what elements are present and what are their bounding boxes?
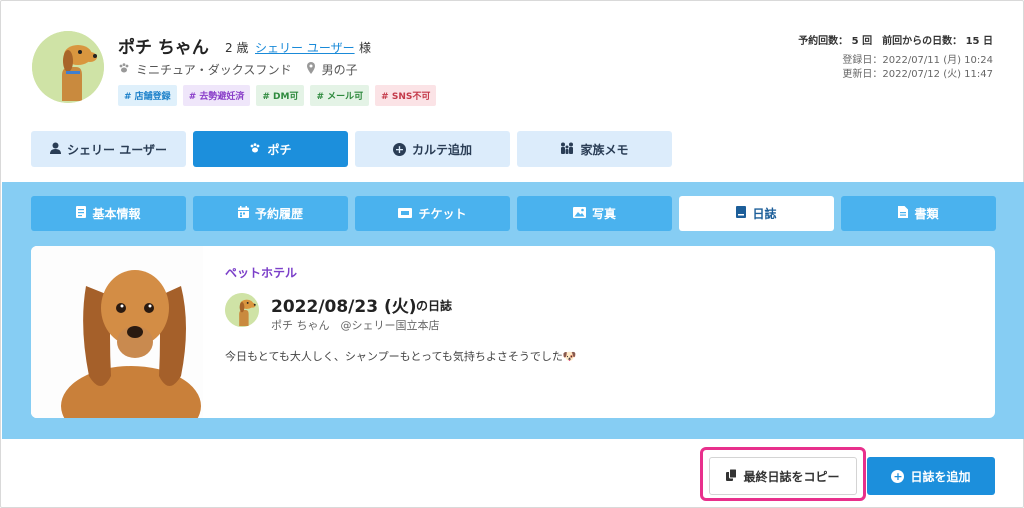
- tab-label: ポチ: [267, 142, 292, 157]
- tab-label: シェリー ユーザー: [67, 142, 167, 157]
- registered-date: 登録日：2022/07/11 (月) 10:24: [842, 55, 993, 66]
- location-pin-icon: [306, 62, 316, 77]
- file-icon: [898, 206, 909, 221]
- tag-item: # 去勢避妊済: [182, 85, 251, 106]
- tab-label: 予約履歴: [254, 207, 303, 221]
- diary-category: ペットホテル: [225, 266, 298, 280]
- family-icon: [560, 142, 574, 157]
- pet-avatar: [32, 31, 104, 103]
- tab-basic-info[interactable]: 基本情報: [31, 196, 186, 231]
- visit-stats: 予約回数： 5 回 前回からの日数： 15 日: [798, 36, 993, 47]
- tag-item: # DM可: [256, 85, 305, 106]
- tab-label: 写真: [591, 207, 616, 221]
- tab-label: 基本情報: [92, 207, 141, 221]
- calendar-icon: [237, 206, 249, 221]
- tab-label: カルテ追加: [411, 142, 472, 157]
- user-icon: [50, 142, 62, 157]
- app-frame: ポチ ちゃん 2 歳 シェリー ユーザー 様 ミニチュア・ダックスフンド 男の子…: [0, 0, 1024, 508]
- pet-name: ポチ ちゃん: [118, 38, 209, 58]
- record-dates: 登録日：2022/07/11 (月) 10:24 更新日：2022/07/12 …: [842, 54, 993, 82]
- book-icon: [736, 206, 747, 221]
- tag-item: # メール可: [310, 85, 370, 106]
- tag-item: # SNS不可: [375, 85, 437, 106]
- paw-icon: [118, 62, 130, 77]
- tab-label: 日誌: [752, 207, 777, 221]
- pet-age: 2 歳: [225, 41, 249, 55]
- diary-card[interactable]: ペットホテル 2022/08/23 (火) の日誌 ポチ ちゃん @シェリー国立…: [31, 246, 995, 418]
- diary-author: ポチ ちゃん @シェリー国立本店: [271, 319, 440, 332]
- pet-mini-avatar: [225, 293, 259, 327]
- tab-pet[interactable]: ポチ: [193, 131, 348, 167]
- tab-label: チケット: [418, 207, 467, 221]
- button-label: 最終日誌をコピー: [743, 469, 840, 484]
- tab-owner[interactable]: シェリー ユーザー: [31, 131, 186, 167]
- add-diary-button[interactable]: + 日誌を追加: [867, 457, 995, 495]
- honorific: 様: [359, 41, 372, 55]
- owner-link[interactable]: シェリー ユーザー: [255, 39, 355, 56]
- tab-label: 家族メモ: [580, 142, 629, 157]
- tab-photos[interactable]: 写真: [517, 196, 672, 231]
- ticket-icon: [398, 207, 413, 221]
- pet-breed: ミニチュア・ダックスフンド: [136, 63, 292, 77]
- copy-last-diary-button[interactable]: 最終日誌をコピー: [709, 457, 857, 495]
- tab-documents[interactable]: 書類: [841, 196, 996, 231]
- diary-photo: [31, 246, 203, 418]
- tab-label: 書類: [914, 207, 939, 221]
- tab-reservation-history[interactable]: 予約履歴: [193, 196, 348, 231]
- plus-circle-icon: +: [891, 469, 905, 483]
- paw-icon: [249, 142, 261, 157]
- button-label: 日誌を追加: [910, 469, 971, 484]
- document-icon: [76, 206, 87, 221]
- pet-sex: 男の子: [321, 63, 358, 77]
- sub-tabs: 基本情報 予約履歴 チケット 写真 日誌 書類: [31, 196, 996, 231]
- tab-ticket[interactable]: チケット: [355, 196, 510, 231]
- tag-item: # 店舗登録: [118, 85, 177, 106]
- tab-add-chart[interactable]: + カルテ追加: [355, 131, 510, 167]
- diary-date: 2022/08/23 (火): [271, 297, 417, 317]
- tab-diary[interactable]: 日誌: [679, 196, 834, 231]
- breed-row: ミニチュア・ダックスフンド 男の子: [118, 61, 358, 78]
- updated-date: 更新日：2022/07/12 (火) 11:47: [842, 69, 993, 80]
- diary-body: 今日もとても大人しく、シャンプーもとっても気持ちよさそうでした🐶: [225, 350, 577, 363]
- diary-suffix: の日誌: [416, 299, 453, 313]
- tab-family-memo[interactable]: 家族メモ: [517, 131, 672, 167]
- plus-circle-icon: +: [392, 142, 406, 156]
- tag-list: # 店舗登録 # 去勢避妊済 # DM可 # メール可 # SNS不可: [118, 85, 437, 106]
- top-tabs: シェリー ユーザー ポチ + カルテ追加 家族メモ: [31, 131, 672, 167]
- copy-icon: [726, 468, 738, 484]
- image-icon: [572, 206, 586, 221]
